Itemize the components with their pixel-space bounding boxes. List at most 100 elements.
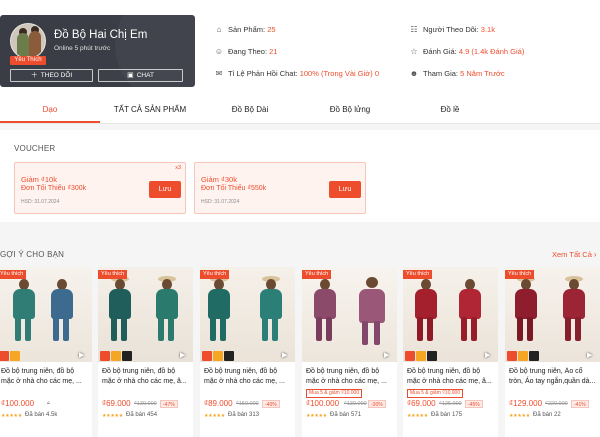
tab-long-sets[interactable]: Đồ Bộ Dài [200,93,300,124]
product-sold: Đã bán 175 [431,412,463,418]
product-image: Yêu thích ▶ [505,267,600,362]
chat-label: CHAT [136,72,154,79]
chevron-right-icon: › [593,250,597,259]
plus-icon: ＋ [30,72,38,79]
bundle-promo-tag: Mua 5 & giảm ₫10.000 [407,389,464,398]
product-name: Đồ bộ trung niên, Áo cổ tròn, Áo tay ngắ… [509,368,596,385]
play-icon: ▶ [587,352,593,359]
product-old-price: ₫ [47,401,50,407]
follow-label: THEO DÕI [40,72,73,79]
play-icon: ▶ [485,352,491,359]
product-sold: Đã bán 313 [228,412,260,418]
product-old-price: ₫125.000 [439,401,462,407]
promo-badges [202,348,248,361]
favorite-badge: Yêu thích [302,270,332,279]
stat-following: ☺ Đang Theo: 21 [214,47,278,56]
product-old-price: ₫130.000 [344,401,367,407]
rating-stars: ★★★★★ [204,413,225,419]
product-name: Đồ bộ trung niên, đồ bộ mặc ở nhà cho cá… [204,368,285,385]
product-image: Yêu thích ▶ [302,267,397,362]
product-price: ₫69.000 [407,399,436,408]
stat-products: ⌂ Sản Phẩm: 25 [214,24,276,36]
voucher-discount: Giảm ₫10k [21,175,57,184]
product-price: ₫129.000 [509,399,543,408]
product-name: Đồ bộ trung niên, đồ bộ mặc ở nhà cho cá… [1,368,82,385]
product-card[interactable]: Yêu thích ▶ Đồ bộ trung niên, đồ bộ mặc … [302,267,397,437]
shop-header: Yêu Thích Đồ Bộ Hai Chị Em Online 5 phút… [0,0,600,93]
active-tab-indicator [0,121,100,123]
product-card[interactable]: Yêu thích ▶ Đồ bộ trung niên, Áo cổ tròn… [505,267,600,437]
favorite-badge: Yêu thích [0,270,27,279]
voucher-card: Giảm ₫30k Đơn Tối Thiểu ₫550k HSD: 31.07… [194,162,366,214]
stat-followers: ☷ Người Theo Dõi: 3.1k [410,25,495,34]
people-icon: ☺ [214,47,224,56]
voucher-quantity: x3 [175,165,181,171]
product-card[interactable]: Yêu thích ▶ Đồ bộ trung niên, đồ bộ mặc … [98,267,193,437]
recommend-title: GỢI Ý CHO BẠN [0,250,65,259]
rating-stars: ★★★★★ [102,413,123,419]
follow-button[interactable]: ＋ THEO DÕI [10,69,93,82]
stat-joined: ☻ Tham Gia: 5 Năm Trước [409,69,505,78]
product-card[interactable]: Yêu thích ▶ Đồ bộ trung niên, đồ bộ mặc … [0,267,92,437]
promo-badges [0,348,45,361]
see-all-label: Xem Tất Cả [552,250,592,259]
shop-online-status: Online 5 phút trước [54,45,111,52]
favorite-badge: Yêu thích [200,270,230,279]
tab-capri-sets[interactable]: Đồ Bộ lửng [300,93,400,124]
favorite-badge: Yêu thích [505,270,535,279]
promo-badges [507,348,553,361]
preferred-shop-badge: Yêu Thích [10,56,46,65]
product-price: ₫100.000 [306,399,340,408]
discount-badge: -40% [262,400,280,408]
rating-stars: ★★★★★ [306,413,327,419]
product-price: ₫69.000 [102,399,131,408]
tab-other-sets[interactable]: Đồ lề [400,93,500,124]
product-image: Yêu thích ▶ [403,267,498,362]
play-icon: ▶ [180,352,186,359]
product-old-price: ₫150.000 [236,401,259,407]
product-old-price: ₫130.000 [134,401,157,407]
tab-home[interactable]: Dạo [0,93,100,124]
product-name: Đồ bộ trung niên, đồ bộ mặc ở nhà cho cá… [306,368,387,385]
product-image: Yêu thích ▶ [98,267,193,362]
product-price: ₫89.000 [204,399,233,408]
save-voucher-button[interactable]: Lưu [329,181,361,198]
product-old-price: ₫220.000 [545,401,568,407]
discount-badge: -41% [571,400,589,408]
recommend-section: GỢI Ý CHO BẠN Xem Tất Cả › Yêu thích ▶ Đồ… [0,230,600,437]
shop-tabs: Dạo TẤT CẢ SẢN PHẨM Đồ Bộ Dài Đồ Bộ lửng… [0,93,600,124]
product-image: Yêu thích ▶ [200,267,295,362]
product-sold: Đã bán 4.5k [25,412,58,418]
product-card[interactable]: Yêu thích ▶ Đồ bộ trung niên, đồ bộ mặc … [403,267,498,437]
product-image: Yêu thích ▶ [0,267,92,362]
shop-profile-card: Yêu Thích Đồ Bộ Hai Chị Em Online 5 phút… [0,15,195,87]
voucher-min-order: Đơn Tối Thiểu ₫300k [21,185,87,192]
shop-name: Đồ Bộ Hai Chị Em [54,29,148,41]
play-icon: ▶ [384,352,390,359]
product-name: Đồ bộ trung niên, đồ bộ mặc ở nhà cho cá… [102,368,187,385]
tab-all-products[interactable]: TẤT CẢ SẢN PHẨM [100,93,200,124]
discount-badge: -30% [368,400,386,408]
product-sold: Đã bán 571 [330,412,362,418]
star-icon: ☆ [410,47,418,56]
voucher-min-order: Đơn Tối Thiểu ₫550k [201,185,267,192]
voucher-expiry: HSD: 31.07.2024 [21,199,60,205]
promo-badges [405,348,451,361]
see-all-link[interactable]: Xem Tất Cả › [552,250,597,259]
play-icon: ▶ [282,352,288,359]
voucher-title: VOUCHER [14,144,56,153]
rating-stars: ★★★★★ [509,413,530,419]
discount-badge: -45% [465,400,483,408]
chat-bubble-icon: ✉ [215,69,223,78]
user-join-icon: ☻ [409,69,419,78]
discount-badge: -47% [160,400,178,408]
product-sold: Đã bán 454 [126,412,158,418]
save-voucher-button[interactable]: Lưu [149,181,181,198]
shop-avatar[interactable] [10,23,46,59]
play-icon: ▶ [79,352,85,359]
favorite-badge: Yêu thích [403,270,433,279]
product-card[interactable]: Yêu thích ▶ Đồ bộ trung niên, đồ bộ mặc … [200,267,295,437]
bundle-promo-tag: Mua 5 & giảm ₫10.000 [306,389,363,398]
chat-button[interactable]: ▣ CHAT [98,69,183,82]
voucher-expiry: HSD: 31.07.2024 [201,199,240,205]
